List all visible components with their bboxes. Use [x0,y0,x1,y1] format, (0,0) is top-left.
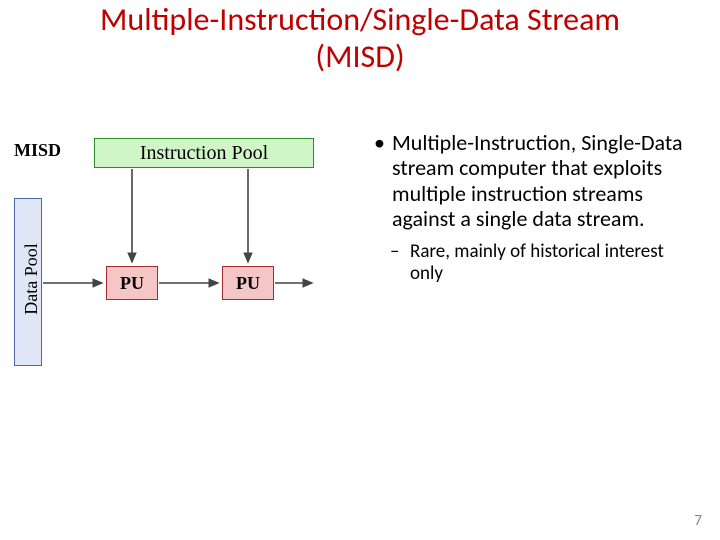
title-line-1: Multiple-Instruction/Single-Data Stream [100,0,620,39]
page-number: 7 [694,512,702,530]
bullet-lvl1: Multiple-Instruction, Single-Data stream… [370,130,700,231]
slide-title: Multiple-Instruction/Single-Data Stream … [0,2,720,76]
diagram-arrows [14,138,344,368]
bullet-lvl2: Rare, mainly of historical interest only [370,241,700,285]
title-line-2: (MISD) [315,37,404,76]
slide: Multiple-Instruction/Single-Data Stream … [0,0,720,540]
misd-diagram: MISD Instruction Pool Data Pool PU PU [14,138,344,368]
slide-body: Multiple-Instruction, Single-Data stream… [370,130,700,285]
